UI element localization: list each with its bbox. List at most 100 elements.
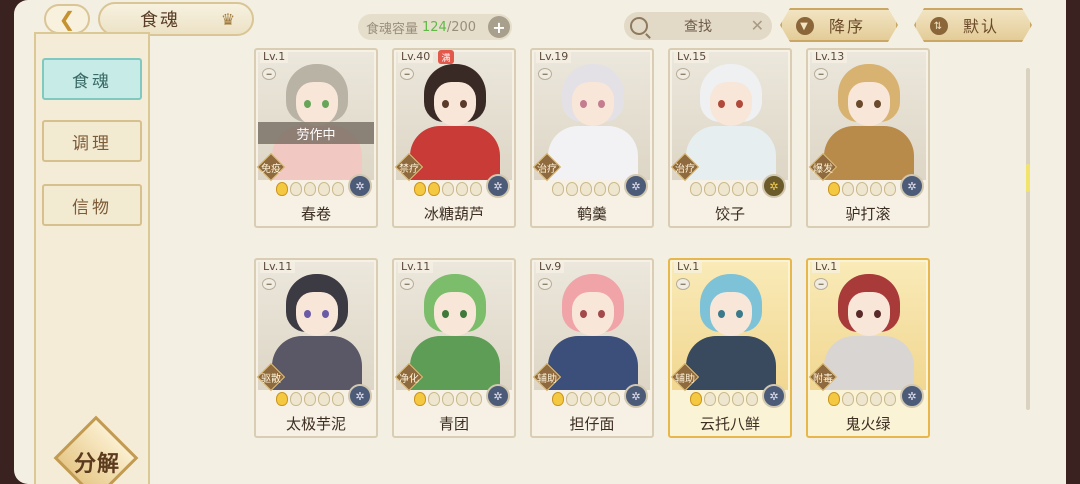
role-label: 驱散: [261, 374, 281, 385]
star-icon: [828, 182, 840, 196]
element-icon: ✲: [486, 174, 510, 198]
portrait-eye: [580, 310, 587, 318]
food-soul-card[interactable]: Lv.13 ━ 爆发 ✲ 驴打滚: [806, 48, 930, 228]
role-label: 净化: [399, 374, 419, 385]
star-icon: [318, 182, 330, 196]
portrait-eye: [460, 100, 467, 108]
star-rating: [828, 392, 896, 406]
portrait-eye: [304, 100, 311, 108]
page-title: 食魂: [140, 10, 180, 31]
star-icon: [304, 182, 316, 196]
portrait-face: [848, 292, 890, 336]
sort-descending-button[interactable]: ▼ 降序: [780, 8, 898, 42]
star-icon: [318, 392, 330, 406]
max-badge: 满: [438, 50, 454, 64]
food-soul-card[interactable]: Lv.1 ━ 辅助 ✲ 云托八鲜: [668, 258, 792, 438]
portrait-eye: [856, 100, 863, 108]
element-icon: ✲: [900, 174, 924, 198]
food-soul-card[interactable]: Lv.40 ━ 满 禁疗 ✲ 冰糖葫芦: [392, 48, 516, 228]
food-soul-card[interactable]: Lv.15 ━ 治疗 ✲ 饺子: [668, 48, 792, 228]
food-soul-card[interactable]: Lv.11 ━ 驱散 ✲ 太极芋泥: [254, 258, 378, 438]
search-box[interactable]: 查找 ✕: [624, 12, 772, 40]
star-icon: [442, 182, 454, 196]
role-label: 辅助: [675, 374, 695, 385]
lock-icon[interactable]: ━: [262, 68, 276, 80]
portrait-face: [296, 292, 338, 336]
tab-label: 信物: [72, 197, 112, 218]
portrait-eye: [580, 100, 587, 108]
scrollbar-track[interactable]: [1026, 68, 1030, 410]
lock-icon[interactable]: ━: [538, 278, 552, 290]
star-rating: [276, 182, 344, 196]
role-badge: 辅助: [532, 362, 562, 392]
lock-icon[interactable]: ━: [676, 68, 690, 80]
scrollbar-thumb[interactable]: [1026, 164, 1030, 192]
star-icon: [580, 182, 592, 196]
star-rating: [690, 182, 758, 196]
star-icon: [594, 392, 606, 406]
top-bar: ❮ 食魂 ♛ 食魂容量 124 /200 + 查找 ✕ ▼ 降序 ⇅ 默认: [14, 0, 1066, 44]
food-soul-card[interactable]: Lv.1 ━ 附毒 ✲ 鬼火绿: [806, 258, 930, 438]
star-rating: [552, 182, 620, 196]
lock-icon[interactable]: ━: [400, 68, 414, 80]
star-icon: [428, 392, 440, 406]
tab-token[interactable]: 信物: [42, 184, 142, 226]
star-icon: [856, 182, 868, 196]
back-button[interactable]: ❮: [44, 4, 90, 34]
decompose-button[interactable]: 分解: [53, 415, 142, 484]
star-icon: [718, 392, 730, 406]
element-icon: ✲: [900, 384, 924, 408]
character-name: 鹌羹: [576, 204, 607, 223]
tab-cooking[interactable]: 调理: [42, 120, 142, 162]
search-label: 查找: [684, 19, 712, 35]
character-name: 鬼火绿: [845, 414, 891, 433]
level-label: Lv.11: [260, 260, 296, 273]
character-name: 担仔面: [569, 414, 615, 433]
lock-icon[interactable]: ━: [814, 68, 828, 80]
back-arrow-icon: ❮: [58, 7, 76, 31]
character-name: 太极芋泥: [285, 414, 346, 433]
tab-label: 食魂: [72, 71, 112, 92]
star-icon: [856, 392, 868, 406]
star-icon: [746, 392, 758, 406]
food-soul-card[interactable]: Lv.9 ━ 辅助 ✲ 担仔面: [530, 258, 654, 438]
lock-icon[interactable]: ━: [538, 68, 552, 80]
food-soul-card[interactable]: Lv.1 ━ 劳作中 免疫 ✲ 春卷: [254, 48, 378, 228]
portrait-eye: [442, 100, 449, 108]
level-label: Lv.15: [674, 50, 710, 63]
portrait-eye: [736, 310, 743, 318]
lock-icon[interactable]: ━: [400, 278, 414, 290]
star-icon: [414, 392, 426, 406]
star-icon: [290, 392, 302, 406]
tab-food-soul[interactable]: 食魂: [42, 58, 142, 100]
star-icon: [594, 182, 606, 196]
lock-icon[interactable]: ━: [676, 278, 690, 290]
star-icon: [456, 182, 468, 196]
role-badge: 驱散: [256, 362, 286, 392]
role-label: 辅助: [537, 374, 557, 385]
clear-icon[interactable]: ✕: [751, 16, 764, 35]
filter-icon: ⇅: [930, 17, 948, 35]
star-icon: [414, 182, 426, 196]
portrait-eye: [598, 310, 605, 318]
star-icon: [704, 182, 716, 196]
star-icon: [470, 182, 482, 196]
star-icon: [552, 182, 564, 196]
add-capacity-button[interactable]: +: [488, 16, 510, 38]
portrait-face: [434, 82, 476, 126]
lock-icon[interactable]: ━: [262, 278, 276, 290]
star-icon: [332, 182, 344, 196]
character-name: 驴打滚: [845, 204, 891, 223]
portrait-face: [572, 82, 614, 126]
role-badge: 爆发: [808, 152, 838, 182]
food-soul-card[interactable]: Lv.11 ━ 净化 ✲ 青团: [392, 258, 516, 438]
star-icon: [304, 392, 316, 406]
portrait-eye: [856, 310, 863, 318]
lock-icon[interactable]: ━: [814, 278, 828, 290]
level-label: Lv.9: [536, 260, 565, 273]
star-icon: [566, 392, 578, 406]
food-soul-card[interactable]: Lv.19 ━ 治疗 ✲ 鹌羹: [530, 48, 654, 228]
capacity-total: /200: [446, 19, 477, 35]
default-filter-button[interactable]: ⇅ 默认: [914, 8, 1032, 42]
role-label: 爆发: [813, 164, 833, 175]
